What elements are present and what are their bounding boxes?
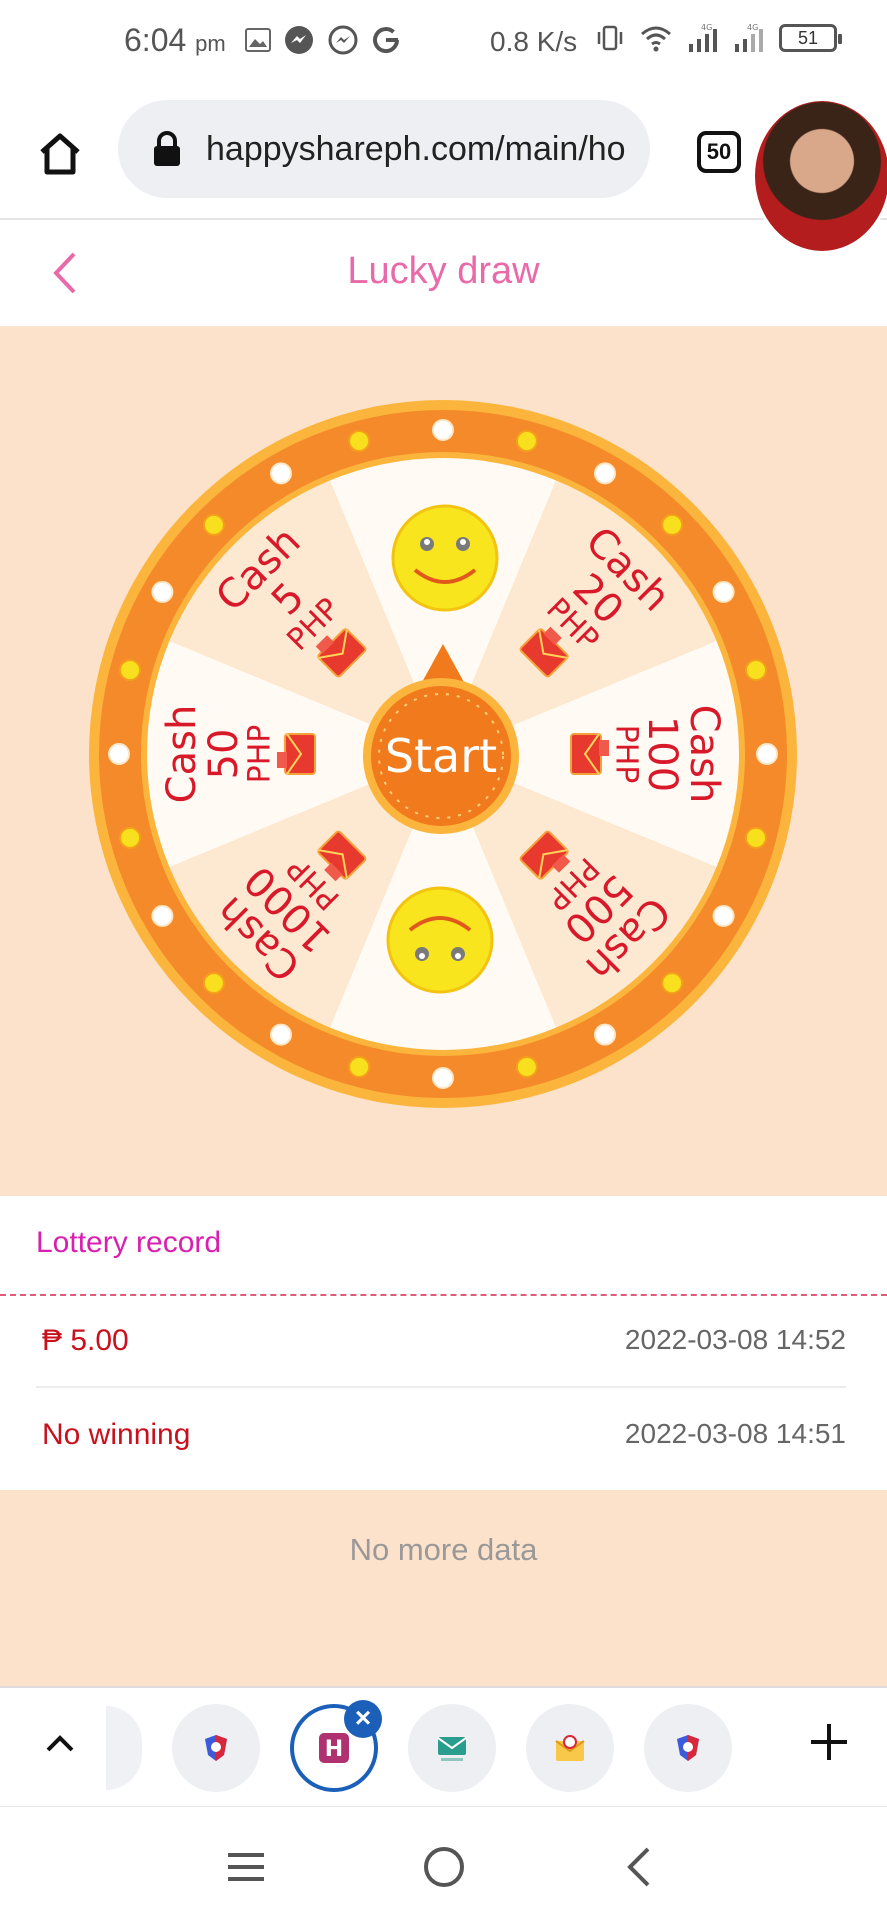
vpn-shield-icon bbox=[205, 1735, 227, 1761]
rim-light bbox=[270, 1023, 292, 1046]
segment-text: 50 bbox=[201, 729, 247, 780]
start-label: Start bbox=[385, 729, 497, 783]
signal-icon-1: 4G bbox=[689, 23, 717, 52]
rim-light bbox=[108, 743, 130, 765]
chevron-up-icon[interactable] bbox=[42, 1726, 78, 1762]
messenger-outline-icon bbox=[328, 25, 358, 55]
rim-light bbox=[202, 513, 225, 536]
record-time: 2022-03-08 14:51 bbox=[624, 1418, 846, 1449]
record-row: No winning 2022-03-08 14:51 bbox=[36, 1390, 846, 1482]
status-ampm: pm bbox=[195, 31, 226, 56]
battery-icon: 51 bbox=[779, 24, 842, 52]
url-field[interactable]: happyshareph.com/main/ho bbox=[118, 100, 650, 198]
rim-light bbox=[594, 462, 616, 485]
lucky-wheel: Cash20PHPCash100PHPCash500PHPCash1000PHP… bbox=[89, 400, 797, 1108]
vpn-shield-icon bbox=[677, 1735, 699, 1761]
rim-light bbox=[348, 430, 371, 453]
tempmail-icon bbox=[437, 1737, 467, 1761]
record-time: 2022-03-08 14:52 bbox=[624, 1324, 846, 1355]
rim-light bbox=[744, 659, 767, 682]
wifi-icon bbox=[641, 26, 671, 52]
rim-light bbox=[594, 1023, 616, 1046]
home-circle-icon[interactable] bbox=[420, 1843, 468, 1891]
rim-light bbox=[202, 972, 225, 995]
rim-light bbox=[661, 972, 684, 995]
record-result: No winning bbox=[42, 1418, 191, 1451]
lock-icon bbox=[154, 131, 180, 166]
status-time-value: 6:04 bbox=[124, 22, 187, 58]
system-icons: 4G 4G 51 bbox=[595, 22, 842, 54]
rim-light bbox=[515, 430, 538, 453]
tab-chip-partial[interactable] bbox=[106, 1706, 142, 1790]
rim-light bbox=[119, 826, 142, 849]
home-button[interactable] bbox=[30, 124, 90, 184]
rim-light bbox=[712, 905, 735, 927]
tab-chip[interactable] bbox=[408, 1704, 496, 1792]
gallery-icon bbox=[245, 28, 271, 52]
tab-strip: H × bbox=[0, 1686, 887, 1806]
record-result: ₱ 5.00 bbox=[42, 1324, 129, 1357]
vibrate-icon bbox=[597, 25, 623, 51]
rim-light bbox=[151, 905, 174, 927]
tab-switcher-button[interactable]: 50 bbox=[697, 131, 741, 173]
system-nav-bar bbox=[0, 1806, 887, 1920]
no-more-data-area: No more data bbox=[0, 1490, 887, 1686]
tab-chip[interactable] bbox=[526, 1704, 614, 1792]
page-title: Lucky draw bbox=[347, 250, 540, 292]
status-time: 6:04 pm bbox=[124, 22, 226, 59]
no-more-data-text: No more data bbox=[349, 1532, 538, 1567]
mail-at-icon bbox=[555, 1735, 585, 1761]
lottery-record-panel: Lottery record ₱ 5.00 2022-03-08 14:52 N… bbox=[0, 1196, 887, 1490]
close-tab-button[interactable]: × bbox=[344, 1700, 382, 1738]
status-bar: 6:04 pm 0.8 K/s 4G 4G 51 bbox=[0, 0, 887, 86]
back-nav-icon[interactable] bbox=[616, 1843, 664, 1891]
segment-text: Cash bbox=[681, 705, 727, 804]
url-text: happyshareph.com/main/ho bbox=[206, 129, 626, 168]
record-row: ₱ 5.00 2022-03-08 14:52 bbox=[36, 1296, 846, 1388]
rim-light bbox=[151, 581, 174, 603]
lottery-record-title: Lottery record bbox=[36, 1226, 222, 1259]
signal-label-2: 4G bbox=[747, 23, 758, 32]
home-icon bbox=[40, 133, 80, 175]
smiley-face-icon bbox=[391, 504, 499, 612]
segment-text: 100 bbox=[639, 716, 685, 792]
rim-light bbox=[744, 826, 767, 849]
active-tab-letter: H bbox=[325, 1737, 343, 1762]
new-tab-plus-icon[interactable] bbox=[805, 1718, 853, 1766]
rim-light bbox=[756, 743, 778, 765]
segment-text: PHP bbox=[243, 725, 278, 784]
notification-icons bbox=[245, 24, 401, 56]
rim-light bbox=[348, 1055, 371, 1078]
segment-text: Cash bbox=[159, 705, 205, 804]
smiley-face-upside-down-icon bbox=[386, 886, 494, 994]
rim-light bbox=[270, 462, 292, 485]
segment-text: PHP bbox=[609, 725, 644, 784]
rim-light bbox=[712, 581, 735, 603]
google-icon bbox=[373, 27, 400, 54]
messenger-icon bbox=[285, 26, 313, 54]
wheel-area: Cash 20 PHP Cash 100 PHP Cash 500 PHP Cash 1000 PHP… bbox=[0, 326, 887, 1196]
signal-icon-2: 4G bbox=[735, 23, 763, 52]
rim-light bbox=[432, 1067, 454, 1089]
rim-light bbox=[515, 1055, 538, 1078]
tab-chip[interactable] bbox=[172, 1704, 260, 1792]
rim-light bbox=[119, 659, 142, 682]
network-speed: 0.8 K/s bbox=[490, 26, 578, 57]
recent-apps-icon[interactable] bbox=[222, 1843, 270, 1891]
tab-chip[interactable] bbox=[644, 1704, 732, 1792]
app-header: Lucky draw bbox=[0, 220, 887, 326]
rim-light bbox=[661, 513, 684, 536]
h-app-icon: H bbox=[319, 1733, 349, 1763]
rim-light bbox=[432, 419, 454, 441]
signal-label-1: 4G bbox=[701, 23, 712, 32]
avatar[interactable] bbox=[752, 98, 887, 254]
